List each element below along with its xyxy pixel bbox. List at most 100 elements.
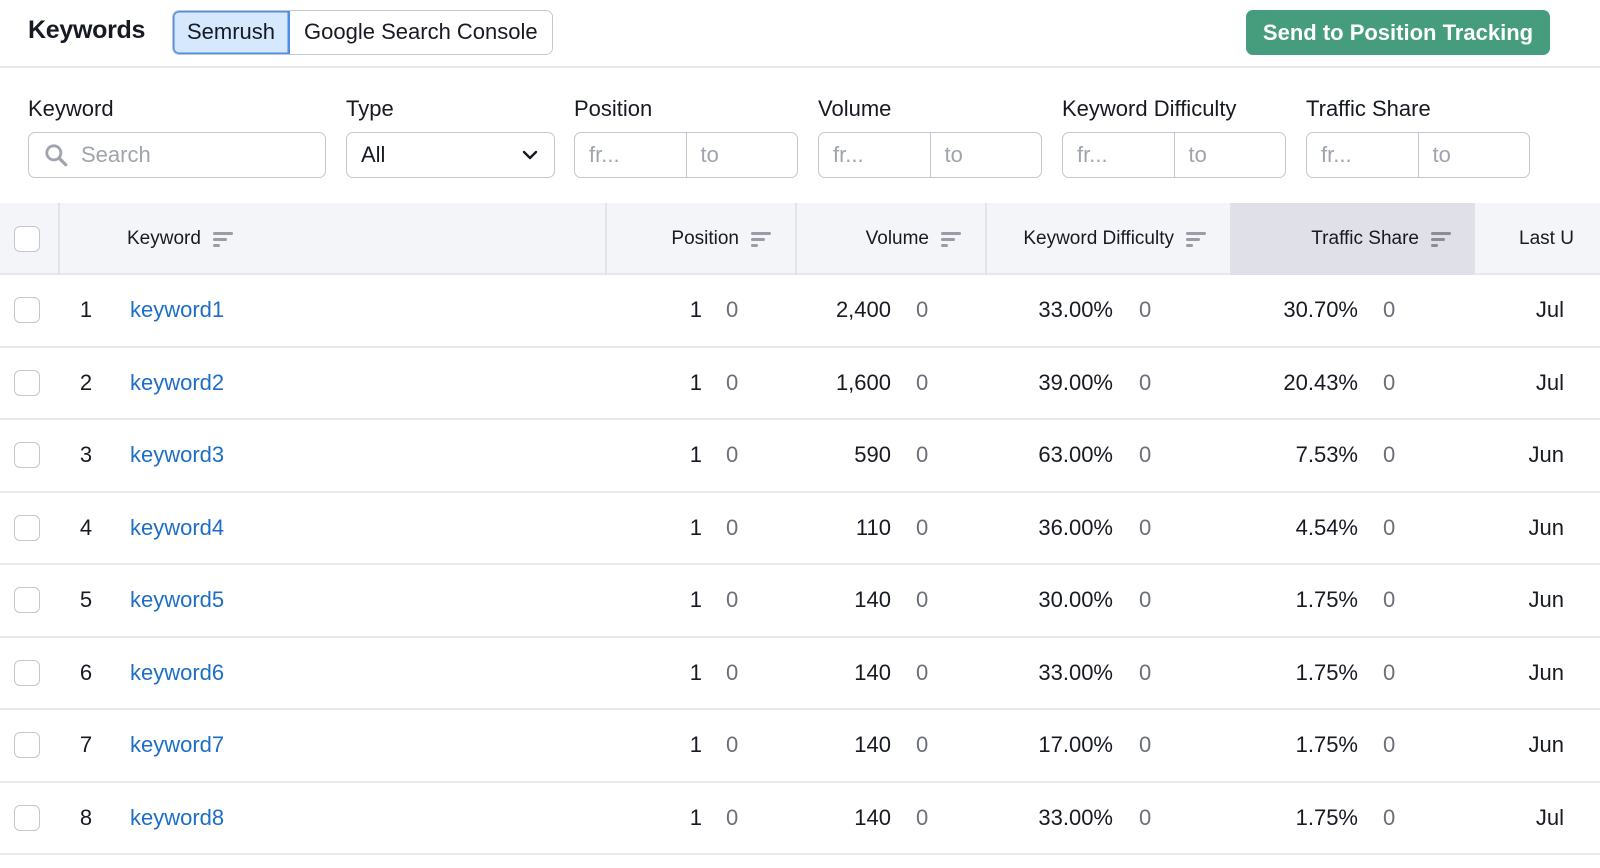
volume-change: 0 [916, 587, 929, 613]
volume-value: 590 [854, 442, 891, 468]
sort-icon[interactable] [212, 230, 235, 248]
sort-icon[interactable] [1431, 230, 1453, 248]
kd-value: 39.00% [1038, 369, 1113, 395]
keywords-table: Keyword Position Volume Keyword Difficul… [0, 203, 1600, 855]
kd-to-input[interactable]: to [1173, 133, 1286, 177]
last-updated-value: Jul [1535, 369, 1564, 395]
keyword-link[interactable]: keyword7 [130, 710, 224, 781]
position-value: 1 [689, 442, 702, 468]
kd-change: 0 [1139, 297, 1152, 323]
position-change: 0 [726, 659, 739, 685]
column-divider [58, 203, 60, 275]
volume-from-input[interactable]: fr... [819, 133, 930, 177]
send-to-position-tracking-button[interactable]: Send to Position Tracking [1246, 10, 1550, 55]
traffic-share-value: 20.43% [1283, 369, 1358, 395]
traffic-share-change: 0 [1383, 587, 1396, 613]
position-to-input[interactable]: to [685, 133, 798, 177]
kd-value: 30.00% [1038, 587, 1113, 613]
column-header-volume[interactable]: Volume [795, 203, 985, 275]
last-updated-value: Jun [1528, 514, 1564, 540]
keyword-text[interactable]: keyword7 [130, 732, 224, 758]
row-checkbox[interactable] [14, 804, 40, 831]
table-row: 1 keyword1 1 0 2,400 0 33.00% 0 30.70% 0… [0, 275, 1600, 348]
keyword-text[interactable]: keyword4 [130, 515, 224, 541]
filter-kd-label: Keyword Difficulty [1062, 96, 1237, 121]
type-select[interactable]: All [346, 132, 555, 178]
filter-volume: Volume fr... to [818, 96, 1042, 178]
volume-change: 0 [916, 659, 929, 685]
position-value: 1 [689, 587, 702, 613]
volume-change: 0 [916, 369, 929, 395]
search-icon [45, 144, 68, 167]
position-value: 1 [689, 514, 702, 540]
keyword-link[interactable]: keyword1 [130, 275, 224, 346]
column-header-keyword[interactable]: Keyword [127, 203, 235, 275]
keyword-link[interactable]: keyword3 [130, 420, 224, 491]
row-checkbox[interactable] [14, 442, 40, 468]
ts-to-input[interactable]: to [1417, 133, 1530, 177]
traffic-share-value: 1.75% [1295, 587, 1358, 613]
keyword-text[interactable]: keyword1 [130, 297, 224, 323]
column-header-last-updated[interactable]: Last U [1519, 203, 1574, 275]
volume-change: 0 [916, 297, 929, 323]
keyword-link[interactable]: keyword4 [130, 493, 224, 564]
column-header-position[interactable]: Position [605, 203, 795, 275]
traffic-share-change: 0 [1383, 297, 1396, 323]
tab-semrush[interactable]: Semrush [173, 11, 291, 54]
kd-change: 0 [1139, 442, 1152, 468]
position-value: 1 [689, 732, 702, 758]
keyword-text[interactable]: keyword6 [130, 660, 224, 686]
row-index: 5 [79, 587, 93, 613]
row-checkbox[interactable] [14, 369, 40, 396]
volume-to-input[interactable]: to [929, 133, 1042, 177]
keyword-link[interactable]: keyword5 [130, 565, 224, 636]
row-index: 8 [79, 804, 93, 830]
keyword-search-input[interactable]: Search [28, 132, 326, 178]
column-header-keyword-difficulty[interactable]: Keyword Difficulty [985, 203, 1230, 275]
traffic-share-value: 1.75% [1295, 659, 1358, 685]
filter-traffic-share: Traffic Share fr... to [1306, 96, 1530, 178]
ts-range: fr... to [1306, 132, 1530, 178]
keyword-text[interactable]: keyword8 [130, 805, 224, 831]
row-checkbox[interactable] [14, 514, 40, 541]
sort-icon[interactable] [751, 230, 773, 248]
table-row: 5 keyword5 1 0 140 0 30.00% 0 1.75% 0 Ju… [0, 565, 1600, 638]
row-checkbox[interactable] [14, 587, 40, 613]
table-row: 2 keyword2 1 0 1,600 0 39.00% 0 20.43% 0… [0, 348, 1600, 420]
traffic-share-value: 4.54% [1295, 514, 1358, 540]
position-change: 0 [726, 369, 739, 395]
row-checkbox[interactable] [14, 297, 40, 323]
volume-range: fr... to [818, 132, 1042, 178]
table-row: 8 keyword8 1 0 140 0 33.00% 0 1.75% 0 Ju… [0, 783, 1600, 855]
position-range: fr... to [574, 132, 798, 178]
row-checkbox[interactable] [14, 659, 40, 686]
column-header-traffic-share[interactable]: Traffic Share [1230, 203, 1475, 275]
traffic-share-change: 0 [1383, 804, 1396, 830]
keyword-link[interactable]: keyword2 [130, 348, 224, 419]
page-title: Keywords [28, 16, 146, 44]
traffic-share-change: 0 [1383, 659, 1396, 685]
table-row: 4 keyword4 1 0 110 0 36.00% 0 4.54% 0 Ju… [0, 493, 1600, 565]
volume-value: 140 [854, 732, 891, 758]
row-checkbox[interactable] [14, 732, 40, 758]
position-value: 1 [689, 369, 702, 395]
last-updated-value: Jul [1535, 297, 1564, 323]
kd-from-input[interactable]: fr... [1063, 133, 1174, 177]
keyword-text[interactable]: keyword2 [130, 370, 224, 396]
keyword-text[interactable]: keyword5 [130, 587, 224, 613]
keyword-text[interactable]: keyword3 [130, 442, 224, 468]
table-row: 3 keyword3 1 0 590 0 63.00% 0 7.53% 0 Ju… [0, 420, 1600, 493]
ts-from-input[interactable]: fr... [1307, 133, 1418, 177]
sort-icon[interactable] [1186, 230, 1208, 248]
position-value: 1 [689, 804, 702, 830]
keyword-link[interactable]: keyword8 [130, 783, 224, 854]
select-all-checkbox[interactable] [14, 226, 40, 252]
keyword-link[interactable]: keyword6 [130, 638, 224, 709]
last-updated-value: Jun [1528, 587, 1564, 613]
filter-keyword-difficulty: Keyword Difficulty fr... to [1062, 96, 1286, 178]
tab-google-search-console[interactable]: Google Search Console [290, 11, 552, 54]
row-index: 3 [79, 442, 93, 468]
position-change: 0 [726, 297, 739, 323]
sort-icon[interactable] [941, 230, 963, 248]
position-from-input[interactable]: fr... [575, 133, 686, 177]
